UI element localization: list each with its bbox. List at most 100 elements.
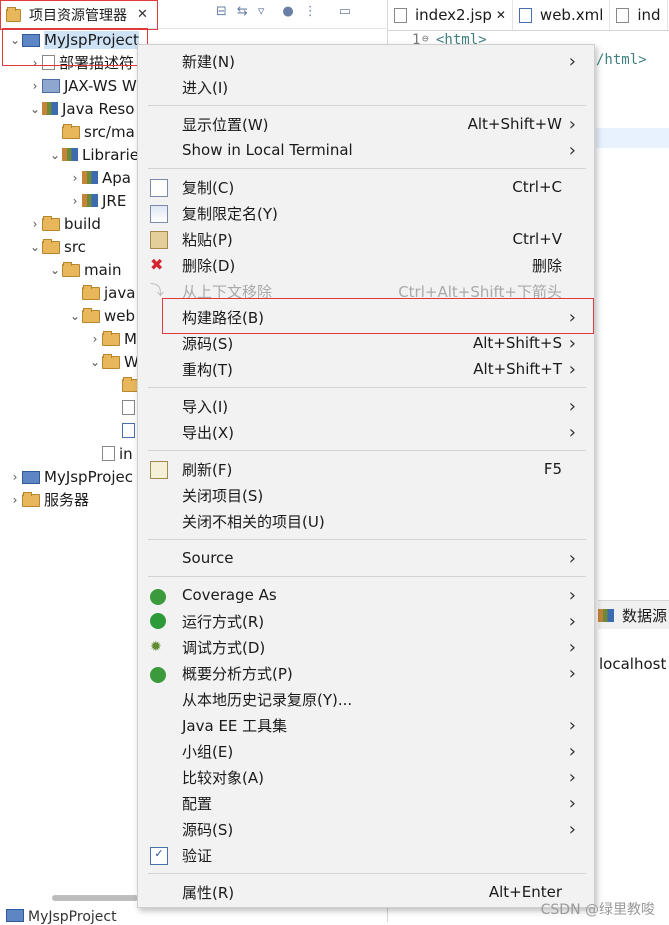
tree-item-label: Java Reso bbox=[62, 99, 135, 118]
collapse-all-icon[interactable]: ⊟ bbox=[216, 4, 227, 19]
tree-item[interactable]: › JAX-WS W bbox=[28, 74, 137, 97]
editor-tab[interactable]: ind bbox=[610, 0, 668, 30]
menu-separator bbox=[148, 105, 586, 106]
menu-item[interactable]: 进入(I) bbox=[138, 74, 594, 100]
minimize-icon[interactable]: ▭ bbox=[339, 4, 351, 19]
refresh-icon bbox=[150, 461, 168, 479]
panel-row-localhost[interactable]: localhost bbox=[599, 655, 666, 673]
menu-item[interactable]: ✖ 删除(D) 删除 bbox=[138, 252, 594, 278]
chevron-down-icon[interactable]: ⌄ bbox=[48, 263, 62, 277]
project-icon bbox=[22, 471, 40, 484]
menu-item[interactable]: 小组(E) › bbox=[138, 738, 594, 764]
menu-item-shortcut: Alt+Shift+S bbox=[472, 334, 562, 352]
tree-item[interactable]: ⌄ W bbox=[88, 350, 139, 373]
menu-item[interactable]: 从本地历史记录复原(Y)... bbox=[138, 686, 594, 712]
focus-icon[interactable]: ● bbox=[282, 4, 293, 19]
tree-item[interactable]: ⌄ web bbox=[68, 304, 135, 327]
folder-icon bbox=[82, 285, 100, 300]
menu-item-label: 概要分析方式(P) bbox=[182, 664, 293, 683]
tree-item[interactable]: ⌄ Librarie bbox=[48, 143, 139, 166]
tree-item[interactable]: ⌄ Java Reso bbox=[28, 97, 134, 120]
menu-item[interactable]: 粘贴(P) Ctrl+V bbox=[138, 226, 594, 252]
menu-item-label: 属性(R) bbox=[182, 883, 235, 902]
tree-item[interactable]: src/ma bbox=[48, 120, 135, 143]
submenu-arrow-icon: › bbox=[568, 714, 576, 736]
tree-item-label: main bbox=[84, 260, 122, 279]
close-icon[interactable]: ✕ bbox=[496, 8, 506, 22]
menu-item-label: 验证 bbox=[182, 846, 213, 865]
view-menu-icon[interactable]: ⋮ bbox=[304, 4, 317, 19]
tree-item[interactable]: ⌄ main bbox=[48, 258, 122, 281]
tree-item[interactable]: java bbox=[68, 281, 135, 304]
link-with-editor-icon[interactable]: ⇆ bbox=[237, 4, 248, 19]
tree-item[interactable]: › JRE bbox=[68, 189, 127, 212]
menu-item[interactable]: 概要分析方式(P) › bbox=[138, 660, 594, 686]
submenu-arrow-icon: › bbox=[568, 636, 576, 658]
code-line-2[interactable]: /html> bbox=[596, 52, 647, 68]
chevron-right-icon[interactable]: › bbox=[28, 217, 42, 231]
tree-item[interactable]: › 服务器 bbox=[8, 488, 89, 511]
menu-item[interactable]: ✓ 验证 bbox=[138, 842, 594, 868]
tree-item-label: Librarie bbox=[82, 145, 139, 164]
tree-item-label: Apa bbox=[102, 168, 131, 187]
filter-icon[interactable]: ▿ bbox=[258, 4, 265, 19]
tree-item[interactable]: › Apa bbox=[68, 166, 131, 189]
chevron-right-icon[interactable]: › bbox=[28, 79, 42, 93]
chevron-down-icon[interactable]: ⌄ bbox=[68, 309, 82, 323]
tree-item[interactable] bbox=[108, 396, 139, 419]
menu-item[interactable]: 运行方式(R) › bbox=[138, 608, 594, 634]
submenu-arrow-icon: › bbox=[568, 662, 576, 684]
chevron-right-icon[interactable]: › bbox=[8, 493, 22, 507]
chevron-down-icon[interactable]: ⌄ bbox=[88, 355, 102, 369]
menu-item-label: 粘贴(P) bbox=[182, 230, 233, 249]
chevron-down-icon[interactable]: ⌄ bbox=[48, 148, 62, 162]
menu-item[interactable]: 导出(X) › bbox=[138, 419, 594, 445]
menu-item-label: Java EE 工具集 bbox=[182, 716, 288, 735]
tree-item[interactable]: › MyJspProjec bbox=[8, 465, 133, 488]
menu-item[interactable]: 配置 › bbox=[138, 790, 594, 816]
menu-item[interactable]: 复制(C) Ctrl+C bbox=[138, 174, 594, 200]
menu-item[interactable]: Java EE 工具集 › bbox=[138, 712, 594, 738]
menu-item-label: Source bbox=[182, 549, 234, 567]
library-icon bbox=[82, 171, 98, 184]
menu-item[interactable]: ✹ 调试方式(D) › bbox=[138, 634, 594, 660]
submenu-arrow-icon: › bbox=[568, 610, 576, 632]
menu-item[interactable]: 关闭不相关的项目(U) bbox=[138, 508, 594, 534]
menu-item[interactable]: 导入(I) › bbox=[138, 393, 594, 419]
copy-icon bbox=[150, 179, 168, 197]
tree-item[interactable]: › M bbox=[88, 327, 137, 350]
editor-tab[interactable]: web.xml bbox=[513, 0, 611, 30]
menu-item[interactable]: 显示位置(W) Alt+Shift+W › bbox=[138, 111, 594, 137]
tab-data-source[interactable]: 数据源 bbox=[598, 600, 669, 629]
tree-item[interactable]: › build bbox=[28, 212, 101, 235]
menu-item[interactable]: 关闭项目(S) bbox=[138, 482, 594, 508]
menu-item[interactable]: 源码(S) › bbox=[138, 816, 594, 842]
menu-item-label: 运行方式(R) bbox=[182, 612, 265, 631]
menu-item[interactable]: Show in Local Terminal › bbox=[138, 137, 594, 163]
menu-item[interactable]: 比较对象(A) › bbox=[138, 764, 594, 790]
horizontal-scrollbar[interactable] bbox=[52, 895, 138, 901]
editor-tab[interactable]: index2.jsp ✕ bbox=[388, 0, 513, 30]
copy-qualified-name-icon bbox=[150, 205, 168, 223]
profile-icon bbox=[150, 667, 166, 683]
menu-item[interactable]: Source › bbox=[138, 545, 594, 571]
chevron-down-icon[interactable]: ⌄ bbox=[28, 102, 42, 116]
submenu-arrow-icon: › bbox=[568, 395, 576, 417]
chevron-right-icon[interactable]: › bbox=[68, 194, 82, 208]
menu-item[interactable]: Coverage As › bbox=[138, 582, 594, 608]
chevron-down-icon[interactable]: ⌄ bbox=[28, 240, 42, 254]
chevron-right-icon[interactable]: › bbox=[88, 332, 102, 346]
tree-item-label: MyJspProjec bbox=[44, 467, 134, 486]
editor-tab-label: ind bbox=[637, 6, 661, 24]
menu-item[interactable]: 复制限定名(Y) bbox=[138, 200, 594, 226]
menu-item[interactable]: 属性(R) Alt+Enter bbox=[138, 879, 594, 905]
tree-item[interactable]: ⌄ src bbox=[28, 235, 86, 258]
menu-item-label: 复制(C) bbox=[182, 178, 235, 197]
chevron-right-icon[interactable]: › bbox=[8, 470, 22, 484]
tree-item[interactable] bbox=[108, 419, 139, 442]
menu-item[interactable]: 刷新(F) F5 bbox=[138, 456, 594, 482]
chevron-right-icon[interactable]: › bbox=[68, 171, 82, 185]
menu-item[interactable]: 重构(T) Alt+Shift+T › bbox=[138, 356, 594, 382]
tree-item[interactable]: in bbox=[88, 442, 133, 465]
menu-item[interactable]: 新建(N) › bbox=[138, 48, 594, 74]
